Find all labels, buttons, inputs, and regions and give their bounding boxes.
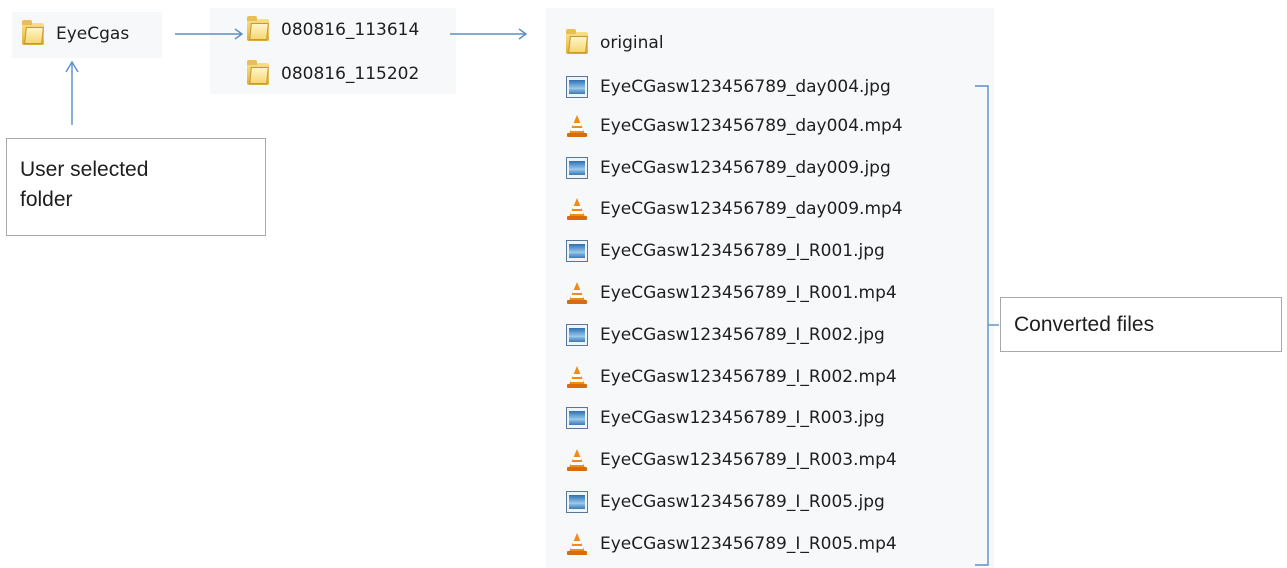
vlc-cone-icon — [566, 449, 588, 471]
converted-files-note-text: Converted files — [1014, 313, 1155, 336]
file-label: EyeCGasw123456789_I_R001.mp4 — [600, 283, 897, 303]
file-item[interactable]: EyeCGasw123456789_day009.jpg — [566, 153, 891, 183]
file-item[interactable]: EyeCGasw123456789_day004.mp4 — [566, 111, 903, 141]
user-selected-note: User selected folder — [6, 138, 266, 236]
converted-files-bracket — [975, 85, 989, 566]
root-folder-label: EyeCgas — [56, 24, 130, 44]
original-folder-item[interactable]: original — [566, 28, 664, 58]
vlc-cone-icon — [566, 115, 588, 137]
file-label: EyeCGasw123456789_I_R003.mp4 — [600, 450, 897, 470]
file-item[interactable]: EyeCGasw123456789_I_R002.jpg — [566, 320, 885, 350]
vlc-cone-icon — [566, 282, 588, 304]
image-file-icon — [566, 407, 588, 429]
vlc-cone-icon — [566, 366, 588, 388]
session-folder-item[interactable]: 080816_113614 — [247, 15, 419, 45]
file-item[interactable]: EyeCGasw123456789_I_R005.mp4 — [566, 529, 897, 559]
image-file-icon — [566, 240, 588, 262]
folder-icon — [566, 29, 588, 54]
image-file-icon — [566, 76, 588, 98]
folder-icon — [247, 60, 269, 85]
session-folder-item[interactable]: 080816_115202 — [247, 59, 419, 89]
session-folder-label: 080816_115202 — [281, 64, 420, 84]
vlc-cone-icon — [566, 198, 588, 220]
image-file-icon — [566, 157, 588, 179]
user-selected-note-line1: User selected — [20, 158, 149, 181]
root-folder-item[interactable]: EyeCgas — [22, 19, 129, 49]
file-label: EyeCGasw123456789_day004.jpg — [600, 77, 891, 97]
file-item[interactable]: EyeCGasw123456789_I_R002.mp4 — [566, 362, 897, 392]
file-item[interactable]: EyeCGasw123456789_I_R003.mp4 — [566, 445, 897, 475]
file-label: EyeCGasw123456789_I_R001.jpg — [600, 241, 885, 261]
file-label: EyeCGasw123456789_I_R005.jpg — [600, 492, 885, 512]
file-item[interactable]: EyeCGasw123456789_I_R001.mp4 — [566, 278, 897, 308]
file-item[interactable]: EyeCGasw123456789_day009.mp4 — [566, 194, 903, 224]
file-item[interactable]: EyeCGasw123456789_I_R005.jpg — [566, 487, 885, 517]
image-file-icon — [566, 324, 588, 346]
folder-icon — [247, 16, 269, 41]
session-folder-label: 080816_113614 — [281, 20, 420, 40]
file-label: EyeCGasw123456789_I_R002.jpg — [600, 325, 885, 345]
folder-icon — [22, 20, 44, 45]
file-item[interactable]: EyeCGasw123456789_day004.jpg — [566, 72, 891, 102]
file-item[interactable]: EyeCGasw123456789_I_R001.jpg — [566, 236, 885, 266]
file-label: EyeCGasw123456789_day009.mp4 — [600, 199, 903, 219]
vlc-cone-icon — [566, 533, 588, 555]
image-file-icon — [566, 491, 588, 513]
file-label: EyeCGasw123456789_day009.jpg — [600, 158, 891, 178]
file-label: EyeCGasw123456789_I_R005.mp4 — [600, 534, 897, 554]
file-label: original — [600, 33, 664, 53]
file-label: EyeCGasw123456789_I_R003.jpg — [600, 408, 885, 428]
file-item[interactable]: EyeCGasw123456789_I_R003.jpg — [566, 403, 885, 433]
user-selected-note-line2: folder — [20, 188, 73, 211]
converted-files-note: Converted files — [1000, 297, 1282, 352]
file-label: EyeCGasw123456789_day004.mp4 — [600, 116, 903, 136]
file-label: EyeCGasw123456789_I_R002.mp4 — [600, 367, 897, 387]
